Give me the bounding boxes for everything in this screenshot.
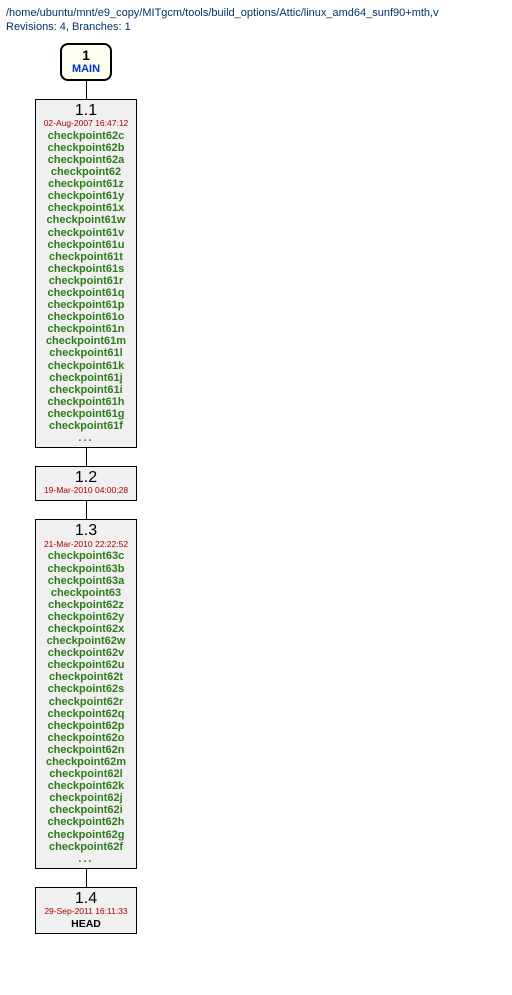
tag: checkpoint62l <box>46 768 126 780</box>
tag: checkpoint61u <box>46 239 126 251</box>
tag: checkpoint61z <box>46 178 126 190</box>
tag: checkpoint63b <box>46 563 126 575</box>
revision-node-1.4[interactable]: 1.4 29-Sep-2011 16:11:33 HEAD <box>35 887 136 934</box>
tag: checkpoint62x <box>46 623 126 635</box>
tag: checkpoint61i <box>46 384 126 396</box>
tag: checkpoint62z <box>46 599 126 611</box>
tag: checkpoint62f <box>46 841 126 853</box>
edge <box>86 501 87 519</box>
revision-graph: 1 MAIN 1.1 02-Aug-2007 16:47:12 checkpoi… <box>6 43 166 934</box>
tag: checkpoint62r <box>46 696 126 708</box>
tag-list: checkpoint63c checkpoint63b checkpoint63… <box>46 550 126 852</box>
tag: checkpoint63a <box>46 575 126 587</box>
edge <box>86 869 87 887</box>
revision-node-1.2[interactable]: 1.2 19-Mar-2010 04:00:28 <box>35 466 137 501</box>
revision-date: 21-Mar-2010 22:22:52 <box>44 540 128 550</box>
tag-list: checkpoint62c checkpoint62b checkpoint62… <box>46 130 126 432</box>
tag: checkpoint62u <box>46 659 126 671</box>
edge <box>86 448 87 466</box>
revision-node-1.1[interactable]: 1.1 02-Aug-2007 16:47:12 checkpoint62c c… <box>35 99 138 449</box>
tag: checkpoint62b <box>46 142 126 154</box>
tag: checkpoint62g <box>46 829 126 841</box>
tag: checkpoint62j <box>46 792 126 804</box>
tag: checkpoint61s <box>46 263 126 275</box>
edge <box>86 81 87 99</box>
more-tags-icon: ... <box>78 433 93 444</box>
tag: checkpoint61x <box>46 202 126 214</box>
tag: checkpoint62o <box>46 732 126 744</box>
tag: checkpoint61f <box>46 420 126 432</box>
tag: checkpoint62i <box>46 804 126 816</box>
tag: checkpoint62v <box>46 647 126 659</box>
tag: checkpoint62h <box>46 816 126 828</box>
stats-line: Revisions: 4, Branches: 1 <box>6 20 506 34</box>
tag: checkpoint62p <box>46 720 126 732</box>
branch-number: 1 <box>82 47 90 63</box>
tag: checkpoint62w <box>46 635 126 647</box>
tag: checkpoint61p <box>46 299 126 311</box>
tag: checkpoint61w <box>46 214 126 226</box>
revision-date: 02-Aug-2007 16:47:12 <box>44 119 129 129</box>
tag: checkpoint62 <box>46 166 126 178</box>
tag: checkpoint61o <box>46 311 126 323</box>
revision-node-1.3[interactable]: 1.3 21-Mar-2010 22:22:52 checkpoint63c c… <box>35 519 137 869</box>
tag: checkpoint62c <box>46 130 126 142</box>
branch-node-main[interactable]: 1 MAIN <box>60 43 112 81</box>
tag: checkpoint61k <box>46 360 126 372</box>
tag: checkpoint61j <box>46 372 126 384</box>
tag: checkpoint61r <box>46 275 126 287</box>
tag: checkpoint62q <box>46 708 126 720</box>
more-tags-icon: ... <box>78 854 93 865</box>
tag: checkpoint61l <box>46 347 126 359</box>
tag: checkpoint63 <box>46 587 126 599</box>
tag: checkpoint61y <box>46 190 126 202</box>
tag: checkpoint62t <box>46 671 126 683</box>
tag: checkpoint61v <box>46 227 126 239</box>
tag: checkpoint61m <box>46 335 126 347</box>
tag: checkpoint62n <box>46 744 126 756</box>
tag: checkpoint61g <box>46 408 126 420</box>
revision-number: 1.3 <box>75 522 97 540</box>
tag: checkpoint61q <box>46 287 126 299</box>
tag: checkpoint61t <box>46 251 126 263</box>
tag: checkpoint62y <box>46 611 126 623</box>
tag: checkpoint61n <box>46 323 126 335</box>
tag: checkpoint63c <box>46 550 126 562</box>
tag: checkpoint62a <box>46 154 126 166</box>
branch-name: MAIN <box>72 63 100 75</box>
tag: checkpoint62m <box>46 756 126 768</box>
tag: checkpoint62s <box>46 683 126 695</box>
revision-date: 29-Sep-2011 16:11:33 <box>44 907 127 917</box>
header: /home/ubuntu/mnt/e9_copy/MITgcm/tools/bu… <box>6 6 506 35</box>
revision-date: 19-Mar-2010 04:00:28 <box>44 486 128 496</box>
tag: checkpoint62k <box>46 780 126 792</box>
head-label: HEAD <box>71 918 101 930</box>
file-path: /home/ubuntu/mnt/e9_copy/MITgcm/tools/bu… <box>6 6 506 20</box>
tag: checkpoint61h <box>46 396 126 408</box>
